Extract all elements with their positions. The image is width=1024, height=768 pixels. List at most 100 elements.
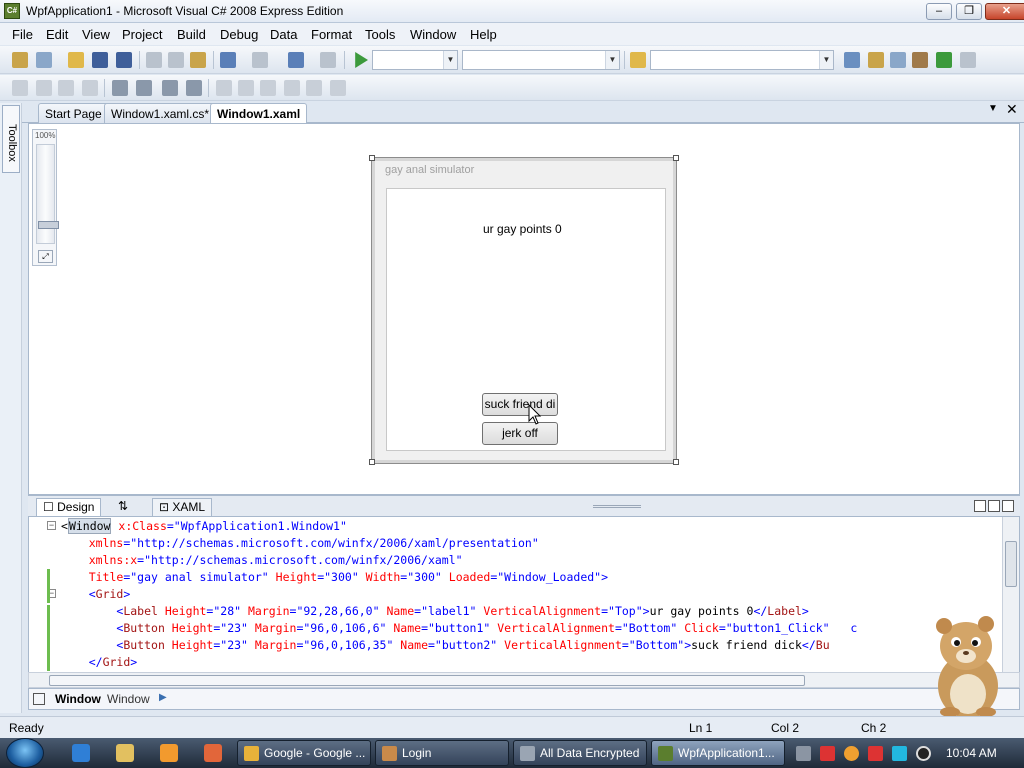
code-line[interactable]: xmlns:x="http://schemas.microsoft.com/wi…	[61, 552, 463, 569]
code-line[interactable]: <Label Height="28" Margin="92,28,66,0" N…	[61, 603, 808, 620]
menu-edit[interactable]: Edit	[46, 27, 68, 42]
start-page-icon[interactable]	[936, 52, 952, 68]
start-button[interactable]	[6, 738, 44, 768]
solution-explorer-icon[interactable]	[844, 52, 860, 68]
collapse-pane-icon[interactable]	[1002, 500, 1014, 512]
tray-display-icon[interactable]	[892, 746, 907, 761]
start-debugging-icon[interactable]	[355, 52, 368, 68]
breadcrumb-arrow-icon[interactable]: ▶	[159, 692, 167, 703]
align-rights-icon[interactable]	[82, 80, 98, 96]
xaml-code-editor[interactable]: − − <Window x:Class="WpfApplication1.Win…	[28, 517, 1020, 672]
active-files-dropdown-icon[interactable]: ▼	[988, 103, 998, 114]
zoom-to-fit-icon[interactable]: ⤢	[38, 250, 53, 263]
align-centers-icon[interactable]	[58, 80, 74, 96]
code-line[interactable]: <Button Height="23" Margin="96,0,106,35"…	[61, 637, 829, 654]
menu-data[interactable]: Data	[270, 27, 297, 42]
code-line[interactable]: <Button Height="23" Margin="96,0,106,6" …	[61, 620, 857, 637]
editor-horizontal-scrollbar[interactable]	[28, 672, 1020, 688]
wpf-grid[interactable]: ur gay points 0 suck friend di jerk off	[386, 188, 666, 451]
menu-window[interactable]: Window	[410, 27, 456, 42]
navigate-backward-icon[interactable]	[288, 52, 304, 68]
tab-start-page[interactable]: Start Page	[38, 103, 109, 123]
breadcrumb-window-bold[interactable]: Window	[55, 692, 101, 706]
label1[interactable]: ur gay points 0	[483, 222, 562, 236]
menu-file[interactable]: File	[12, 27, 33, 42]
clear-bookmarks-icon[interactable]	[330, 80, 346, 96]
increase-indent-icon[interactable]	[136, 80, 152, 96]
prev-bookmark-folder-icon[interactable]	[284, 80, 300, 96]
close-document-icon[interactable]: ✕	[1006, 101, 1018, 118]
tab-design[interactable]: ☐ Design	[36, 498, 102, 516]
code-line[interactable]: <Window x:Class="WpfApplication1.Window1…	[61, 518, 347, 535]
tray-search-icon[interactable]	[844, 746, 859, 761]
zoom-slider[interactable]	[36, 144, 59, 244]
solution-configuration-dropdown[interactable]: ▼	[372, 50, 458, 70]
tab-window1-xaml[interactable]: Window1.xaml	[210, 103, 308, 124]
uncomment-icon[interactable]	[186, 80, 202, 96]
button2[interactable]: suck friend di	[482, 393, 558, 416]
toolbox-tab[interactable]: Toolbox	[2, 105, 20, 173]
paste-icon[interactable]	[190, 52, 206, 68]
system-clock[interactable]: 10:04 AM	[946, 746, 997, 760]
tray-antivirus-icon[interactable]	[820, 746, 835, 761]
solution-platform-dropdown[interactable]: ▼	[462, 50, 620, 70]
navigate-forward-icon[interactable]	[320, 52, 336, 68]
new-project-icon[interactable]	[12, 52, 28, 68]
comment-out-icon[interactable]	[162, 80, 178, 96]
windows-explorer-icon[interactable]	[116, 744, 134, 762]
menu-project[interactable]: Project	[122, 27, 162, 42]
align-lefts-icon[interactable]	[36, 80, 52, 96]
open-file-icon[interactable]	[68, 52, 84, 68]
menu-build[interactable]: Build	[177, 27, 206, 42]
undo-icon[interactable]	[220, 52, 236, 68]
decrease-indent-icon[interactable]	[112, 80, 128, 96]
minimize-button[interactable]: –	[926, 3, 952, 20]
properties-window-icon[interactable]	[868, 52, 884, 68]
code-line[interactable]: Title="gay anal simulator" Height="300" …	[61, 569, 608, 586]
vertical-scroll-thumb[interactable]	[1005, 541, 1017, 587]
maximize-button[interactable]: ❐	[956, 3, 982, 20]
add-item-icon[interactable]	[36, 52, 52, 68]
code-line[interactable]: xmlns="http://schemas.microsoft.com/winf…	[61, 535, 539, 552]
cut-icon[interactable]	[146, 52, 162, 68]
save-icon[interactable]	[92, 52, 108, 68]
align-to-grid-icon[interactable]	[12, 80, 28, 96]
document-outline-icon[interactable]	[33, 693, 45, 705]
close-button[interactable]: ✕	[985, 3, 1024, 20]
tab-xaml[interactable]: ⊡ XAML	[152, 498, 213, 516]
code-line[interactable]: <Grid>	[61, 586, 131, 603]
resize-handle[interactable]	[673, 459, 679, 465]
redo-icon[interactable]	[252, 52, 268, 68]
taskbar-all-data-encrypted[interactable]: All Data Encrypted	[513, 740, 647, 766]
menu-help[interactable]: Help	[470, 27, 497, 42]
tray-network-icon[interactable]	[796, 746, 811, 761]
menu-format[interactable]: Format	[311, 27, 352, 42]
tray-flag-icon[interactable]	[868, 746, 883, 761]
wpf-window-preview[interactable]: gay anal simulator ur gay points 0 suck …	[371, 157, 677, 464]
internet-explorer-icon[interactable]	[72, 744, 90, 762]
firefox-icon[interactable]	[204, 744, 222, 762]
media-player-icon[interactable]	[160, 744, 178, 762]
horizontal-split-icon[interactable]	[988, 500, 1000, 512]
view-splitter[interactable]: ☐ Design ⇅ ⊡ XAML	[28, 495, 1020, 517]
tray-volume-icon[interactable]	[916, 746, 931, 761]
taskbar-login[interactable]: Login	[375, 740, 509, 766]
find-in-files-icon[interactable]	[630, 52, 646, 68]
collapse-window-icon[interactable]: −	[47, 521, 56, 530]
code-line[interactable]: </Grid>	[61, 654, 138, 671]
zoom-slider-thumb[interactable]	[38, 221, 59, 229]
object-browser-icon[interactable]	[890, 52, 906, 68]
resize-handle[interactable]	[369, 155, 375, 161]
bookmark-icon[interactable]	[216, 80, 232, 96]
copy-icon[interactable]	[168, 52, 184, 68]
vertical-split-icon[interactable]	[974, 500, 986, 512]
toolbox-icon[interactable]	[912, 52, 928, 68]
menu-debug[interactable]: Debug	[220, 27, 258, 42]
previous-bookmark-icon[interactable]	[238, 80, 254, 96]
resize-handle[interactable]	[369, 459, 375, 465]
button1[interactable]: jerk off	[482, 422, 558, 445]
horizontal-scroll-thumb[interactable]	[49, 675, 805, 686]
next-bookmark-icon[interactable]	[260, 80, 276, 96]
menu-tools[interactable]: Tools	[365, 27, 395, 42]
menu-view[interactable]: View	[82, 27, 110, 42]
